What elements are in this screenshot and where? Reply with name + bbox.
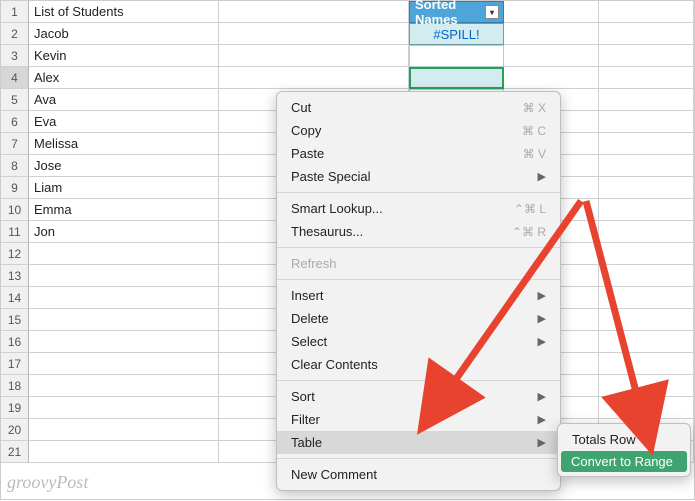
table-header-sorted[interactable]: Sorted Names▾ xyxy=(409,1,504,23)
submenu-convert-to-range[interactable]: Convert to Range xyxy=(561,451,687,472)
menu-paste[interactable]: Paste⌘ V xyxy=(277,142,560,165)
cell-empty[interactable] xyxy=(599,353,694,375)
cell-col-a[interactable]: Emma xyxy=(29,199,219,221)
row-header[interactable]: 16 xyxy=(1,331,29,353)
menu-paste-special[interactable]: Paste Special▶ xyxy=(277,165,560,188)
cell-empty[interactable] xyxy=(219,45,409,67)
row-header[interactable]: 18 xyxy=(1,375,29,397)
cell-col-a[interactable] xyxy=(29,397,219,419)
cell-col-a[interactable] xyxy=(29,265,219,287)
submenu-totals-row[interactable]: Totals Row xyxy=(558,428,690,451)
menu-cut[interactable]: Cut⌘ X xyxy=(277,96,560,119)
row-header[interactable]: 8 xyxy=(1,155,29,177)
menu-delete[interactable]: Delete▶ xyxy=(277,307,560,330)
cell-empty[interactable] xyxy=(599,155,694,177)
row-header[interactable]: 3 xyxy=(1,45,29,67)
row-header[interactable]: 17 xyxy=(1,353,29,375)
cell-empty[interactable] xyxy=(599,177,694,199)
cell-empty[interactable] xyxy=(599,23,694,45)
cell-empty[interactable] xyxy=(599,243,694,265)
cell-col-a[interactable] xyxy=(29,243,219,265)
menu-table[interactable]: Table▶ xyxy=(277,431,560,454)
menu-smart-lookup[interactable]: Smart Lookup...⌃⌘ L xyxy=(277,197,560,220)
menu-thesaurus[interactable]: Thesaurus...⌃⌘ R xyxy=(277,220,560,243)
cell-col-a[interactable]: Kevin xyxy=(29,45,219,67)
cell-empty[interactable] xyxy=(219,23,409,45)
menu-clear[interactable]: Clear Contents xyxy=(277,353,560,376)
cell-col-a[interactable] xyxy=(29,287,219,309)
menu-refresh: Refresh xyxy=(277,252,560,275)
cell-empty[interactable] xyxy=(504,1,599,23)
cell-empty[interactable] xyxy=(219,1,409,23)
row-header[interactable]: 7 xyxy=(1,133,29,155)
cell-col-a[interactable]: List of Students xyxy=(29,1,219,23)
cell-empty[interactable] xyxy=(599,1,694,23)
cell-empty[interactable] xyxy=(599,67,694,89)
cell-col-a[interactable] xyxy=(29,331,219,353)
cell-col-c[interactable] xyxy=(409,67,504,89)
cell-col-a[interactable]: Jon xyxy=(29,221,219,243)
cell-col-a[interactable]: Jose xyxy=(29,155,219,177)
row-header[interactable]: 11 xyxy=(1,221,29,243)
table-submenu: Totals Row Convert to Range xyxy=(557,423,691,477)
filter-dropdown-icon[interactable]: ▾ xyxy=(485,5,499,19)
cell-col-a[interactable] xyxy=(29,441,219,463)
menu-copy[interactable]: Copy⌘ C xyxy=(277,119,560,142)
row-header[interactable]: 10 xyxy=(1,199,29,221)
row-header[interactable]: 12 xyxy=(1,243,29,265)
cell-col-a[interactable]: Eva xyxy=(29,111,219,133)
cell-empty[interactable] xyxy=(599,133,694,155)
cell-col-a[interactable]: Liam xyxy=(29,177,219,199)
cell-empty[interactable] xyxy=(219,67,409,89)
cell-empty[interactable] xyxy=(599,331,694,353)
watermark: groovyPost xyxy=(7,472,88,493)
row-header[interactable]: 5 xyxy=(1,89,29,111)
row-header[interactable]: 15 xyxy=(1,309,29,331)
cell-col-a[interactable] xyxy=(29,353,219,375)
row-header[interactable]: 2 xyxy=(1,23,29,45)
cell-empty[interactable] xyxy=(599,45,694,67)
cell-empty[interactable] xyxy=(504,23,599,45)
row-header[interactable]: 13 xyxy=(1,265,29,287)
cell-empty[interactable] xyxy=(599,309,694,331)
cell-empty[interactable] xyxy=(599,89,694,111)
cell-empty[interactable] xyxy=(599,287,694,309)
cell-col-c[interactable] xyxy=(409,45,504,67)
menu-filter[interactable]: Filter▶ xyxy=(277,408,560,431)
row-header[interactable]: 14 xyxy=(1,287,29,309)
row-header[interactable]: 9 xyxy=(1,177,29,199)
cell-empty[interactable] xyxy=(599,397,694,419)
cell-empty[interactable] xyxy=(504,67,599,89)
cell-col-a[interactable] xyxy=(29,419,219,441)
row-header[interactable]: 19 xyxy=(1,397,29,419)
menu-insert[interactable]: Insert▶ xyxy=(277,284,560,307)
row-header[interactable]: 20 xyxy=(1,419,29,441)
cell-col-a[interactable]: Jacob xyxy=(29,23,219,45)
cell-col-a[interactable]: Melissa xyxy=(29,133,219,155)
cell-col-a[interactable] xyxy=(29,309,219,331)
context-menu: Cut⌘ X Copy⌘ C Paste⌘ V Paste Special▶ S… xyxy=(276,91,561,491)
menu-sort[interactable]: Sort▶ xyxy=(277,385,560,408)
cell-empty[interactable] xyxy=(504,45,599,67)
cell-empty[interactable] xyxy=(599,111,694,133)
cell-empty[interactable] xyxy=(599,199,694,221)
row-header[interactable]: 6 xyxy=(1,111,29,133)
cell-empty[interactable] xyxy=(599,375,694,397)
cell-empty[interactable] xyxy=(599,265,694,287)
row-header[interactable]: 4 xyxy=(1,67,29,89)
cell-col-a[interactable]: Alex xyxy=(29,67,219,89)
row-header[interactable]: 21 xyxy=(1,441,29,463)
cell-col-a[interactable] xyxy=(29,375,219,397)
row-header[interactable]: 1 xyxy=(1,1,29,23)
menu-select[interactable]: Select▶ xyxy=(277,330,560,353)
menu-new-comment[interactable]: New Comment xyxy=(277,463,560,486)
cell-empty[interactable] xyxy=(599,221,694,243)
cell-col-a[interactable]: Ava xyxy=(29,89,219,111)
